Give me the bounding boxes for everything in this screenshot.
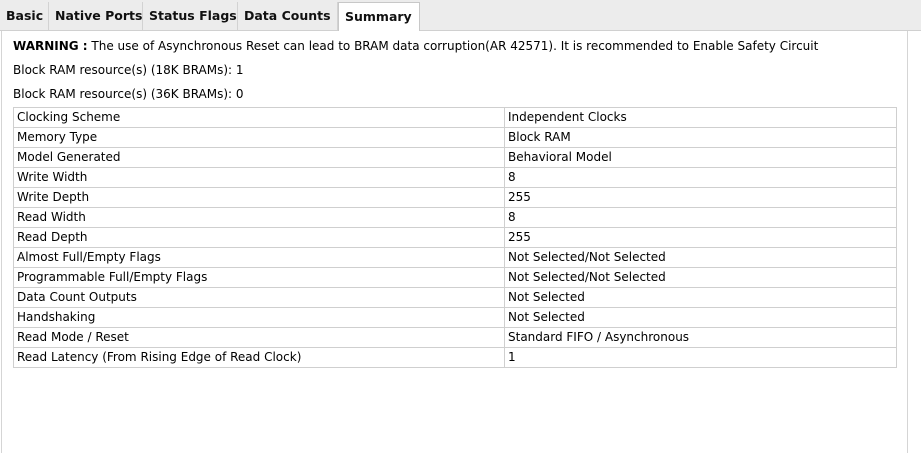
summary-key: Read Latency (From Rising Edge of Read C…: [13, 347, 505, 368]
summary-value: 1: [504, 347, 897, 368]
warning-text: The use of Asynchronous Reset can lead t…: [87, 39, 819, 53]
summary-key: Read Width: [13, 207, 505, 228]
table-row: Handshaking Not Selected: [13, 307, 897, 328]
summary-value: Independent Clocks: [504, 107, 897, 128]
summary-key: Data Count Outputs: [13, 287, 505, 308]
tab-bar: Basic Native Ports Status Flags Data Cou…: [0, 0, 921, 32]
tab-summary[interactable]: Summary: [338, 2, 420, 32]
summary-key: Programmable Full/Empty Flags: [13, 267, 505, 288]
summary-key: Model Generated: [13, 147, 505, 168]
tab-status-flags[interactable]: Status Flags: [143, 2, 238, 30]
table-row: Write Width 8: [13, 167, 897, 188]
summary-value: Standard FIFO / Asynchronous: [504, 327, 897, 348]
summary-value: Not Selected/Not Selected: [504, 247, 897, 268]
table-row: Write Depth 255: [13, 187, 897, 208]
summary-key: Write Width: [13, 167, 505, 188]
summary-key: Clocking Scheme: [13, 107, 505, 128]
summary-key: Handshaking: [13, 307, 505, 328]
summary-table: Clocking Scheme Independent Clocks Memory…: [13, 107, 897, 368]
bram-36k-count: Block RAM resource(s) (36K BRAMs): 0: [13, 87, 244, 101]
table-row: Data Count Outputs Not Selected: [13, 287, 897, 308]
summary-key: Write Depth: [13, 187, 505, 208]
summary-value: 8: [504, 167, 897, 188]
table-row: Read Mode / Reset Standard FIFO / Asynchr…: [13, 327, 897, 348]
table-row: Read Depth 255: [13, 227, 897, 248]
warning-prefix: WARNING :: [13, 39, 88, 53]
tab-basic[interactable]: Basic: [0, 2, 49, 30]
tab-native-ports[interactable]: Native Ports: [49, 2, 143, 30]
bram-18k-count: Block RAM resource(s) (18K BRAMs): 1: [13, 63, 244, 77]
table-row: Almost Full/Empty Flags Not Selected/Not …: [13, 247, 897, 268]
summary-value: Behavioral Model: [504, 147, 897, 168]
summary-panel: WARNING : The use of Asynchronous Reset …: [1, 31, 908, 453]
summary-key: Read Depth: [13, 227, 505, 248]
table-row: Read Width 8: [13, 207, 897, 228]
summary-value: Block RAM: [504, 127, 897, 148]
table-row: Programmable Full/Empty Flags Not Selecte…: [13, 267, 897, 288]
right-margin: [908, 31, 921, 453]
summary-key: Memory Type: [13, 127, 505, 148]
summary-key: Read Mode / Reset: [13, 327, 505, 348]
summary-value: 255: [504, 187, 897, 208]
summary-value: 8: [504, 207, 897, 228]
summary-value: Not Selected: [504, 307, 897, 328]
summary-value: Not Selected: [504, 287, 897, 308]
table-row: Model Generated Behavioral Model: [13, 147, 897, 168]
summary-key: Almost Full/Empty Flags: [13, 247, 505, 268]
tab-data-counts[interactable]: Data Counts: [238, 2, 338, 30]
summary-value: Not Selected/Not Selected: [504, 267, 897, 288]
warning-message: WARNING : The use of Asynchronous Reset …: [13, 39, 818, 53]
table-row: Read Latency (From Rising Edge of Read C…: [13, 347, 897, 368]
table-row: Memory Type Block RAM: [13, 127, 897, 148]
summary-value: 255: [504, 227, 897, 248]
table-row: Clocking Scheme Independent Clocks: [13, 107, 897, 128]
